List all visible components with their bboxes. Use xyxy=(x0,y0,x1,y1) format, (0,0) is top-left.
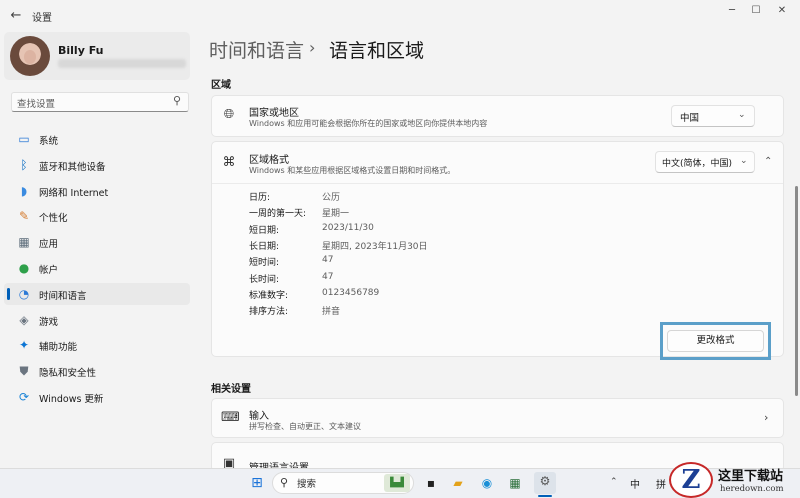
ime-indicator[interactable]: 拼 xyxy=(656,476,666,491)
input-subtitle: 拼写检查、自动更正、文本建议 xyxy=(249,422,361,431)
windows-start-icon[interactable]: ⊞ xyxy=(248,474,266,492)
search-highlight-icon: ▙▟ xyxy=(384,474,410,492)
format-row-value: 47 xyxy=(322,255,334,266)
format-row-label: 长日期: xyxy=(249,241,280,252)
account-icon: ● xyxy=(18,261,30,275)
user-name: Billy Fu xyxy=(58,44,104,57)
watermark-subtitle: heredown.com xyxy=(720,484,784,494)
sidebar-item[interactable] xyxy=(4,205,190,227)
gaming-icon: ◈ xyxy=(19,312,29,327)
format-row-value: 47 xyxy=(322,271,334,282)
active-indicator xyxy=(7,287,10,300)
breadcrumb-chevron-icon: › xyxy=(309,38,316,57)
region-format-icon: ⌘ xyxy=(222,155,236,170)
avatar xyxy=(10,36,50,76)
watermark-title: 这里下载站 xyxy=(718,469,784,484)
edge-icon[interactable]: ◉ xyxy=(478,474,496,492)
sidebar-item-label: 游戏 xyxy=(39,316,59,328)
maximize-icon[interactable]: ☐ xyxy=(742,4,770,20)
apps-icon: ▦ xyxy=(18,235,30,250)
sidebar-item-label: 应用 xyxy=(39,239,59,251)
format-row-value: 星期一 xyxy=(322,209,350,220)
file-explorer-icon[interactable]: ▰ xyxy=(449,474,467,492)
format-row-label: 日历: xyxy=(249,193,271,203)
format-row-label: 短时间: xyxy=(249,258,280,269)
ime-mode-indicator[interactable]: 中 xyxy=(630,476,640,491)
accessibility-icon: ✦ xyxy=(18,338,30,353)
section-title-related: 相关设置 xyxy=(211,384,251,395)
user-email-blurred xyxy=(58,59,186,68)
time-language-icon: ◔ xyxy=(18,286,30,301)
search-placeholder: 查找设置 xyxy=(17,99,56,110)
search-icon: ⚲ xyxy=(280,476,289,489)
sidebar-item[interactable] xyxy=(4,282,190,305)
chevron-up-icon[interactable]: ⌃ xyxy=(610,477,618,487)
format-row-label: 短日期: xyxy=(249,225,280,236)
sidebar-item[interactable] xyxy=(4,231,190,253)
format-row-value: 0123456789 xyxy=(322,287,380,298)
format-row-label: 长时间: xyxy=(249,274,280,285)
sidebar-item-label: 蓝牙和其他设备 xyxy=(39,161,106,173)
format-row-label: 排序方法: xyxy=(249,307,289,318)
brush-icon: ✎ xyxy=(18,209,30,224)
watermark-logo: Z xyxy=(669,462,713,498)
windows-update-icon: ⟳ xyxy=(18,390,30,404)
close-icon[interactable]: ✕ xyxy=(768,4,796,20)
chevron-down-icon: ⌄ xyxy=(740,156,748,166)
sidebar-item[interactable] xyxy=(4,257,190,279)
chevron-up-icon[interactable]: ⌃ xyxy=(764,156,772,167)
sidebar-item-label: Windows 更新 xyxy=(39,394,104,405)
format-row-value: 拼音 xyxy=(322,307,341,318)
breadcrumb-parent[interactable]: 时间和语言 xyxy=(209,36,304,63)
sidebar-item-label: 系统 xyxy=(39,136,59,147)
bluetooth-icon: ᛒ xyxy=(20,157,28,172)
sidebar-item[interactable] xyxy=(4,360,190,382)
sidebar-item[interactable] xyxy=(4,334,190,356)
sidebar-item-label: 个性化 xyxy=(39,213,68,225)
sidebar-item[interactable] xyxy=(4,128,190,150)
search-icon[interactable]: ⚲ xyxy=(173,94,181,107)
country-subtitle: Windows 和应用可能会根据你所在的国家或地区向你提供本地内容 xyxy=(249,119,488,128)
sidebar-item-label: 辅助功能 xyxy=(39,342,78,354)
system-icon: ▭ xyxy=(18,132,30,146)
globe-icon: 🌐︎ xyxy=(223,107,235,122)
format-title: 区域格式 xyxy=(249,155,289,166)
page-title: 语言和区域 xyxy=(329,40,425,62)
divider xyxy=(212,183,783,184)
window-title: 设置 xyxy=(32,13,52,24)
country-dropdown-value: 中国 xyxy=(680,113,700,124)
sidebar-item[interactable] xyxy=(4,309,190,331)
back-arrow-icon[interactable]: ← xyxy=(8,8,24,24)
format-row-label: 标准数字: xyxy=(249,290,289,301)
country-title: 国家或地区 xyxy=(249,108,299,119)
taskbar-search-text: 搜索 xyxy=(297,479,317,490)
sidebar-item-label: 网络和 Internet xyxy=(39,187,109,199)
input-card[interactable] xyxy=(211,398,784,438)
shield-icon: ⛊ xyxy=(19,364,29,379)
task-view-icon[interactable]: ▪ xyxy=(422,474,440,492)
chevron-down-icon: ⌄ xyxy=(738,110,746,120)
sidebar-item-label: 隐私和安全性 xyxy=(39,368,97,380)
sidebar-item-label: 时间和语言 xyxy=(39,290,87,302)
format-subtitle: Windows 和某些应用根据区域格式设置日期和时间格式。 xyxy=(249,166,456,175)
section-title-region: 区域 xyxy=(211,80,231,91)
format-dropdown-value: 中文(简体，中国) xyxy=(662,159,733,169)
keyboard-icon: ⌨ xyxy=(221,410,240,425)
format-row-value: 公历 xyxy=(322,193,341,203)
scrollbar[interactable] xyxy=(795,186,798,396)
format-row-label: 一周的第一天: xyxy=(249,209,307,220)
active-app-indicator xyxy=(538,495,552,497)
sidebar-item-label: 帐户 xyxy=(39,265,59,276)
store-icon[interactable]: ▦ xyxy=(506,474,524,492)
settings-gear-icon[interactable]: ⚙ xyxy=(534,472,556,494)
input-title: 输入 xyxy=(249,411,269,422)
format-row-value: 星期四, 2023年11月30日 xyxy=(322,241,428,252)
wifi-icon: ◗ xyxy=(20,183,28,198)
chevron-right-icon: › xyxy=(764,411,769,424)
change-format-button[interactable]: 更改格式 xyxy=(667,330,764,352)
format-row-value: 2023/11/30 xyxy=(322,222,374,233)
